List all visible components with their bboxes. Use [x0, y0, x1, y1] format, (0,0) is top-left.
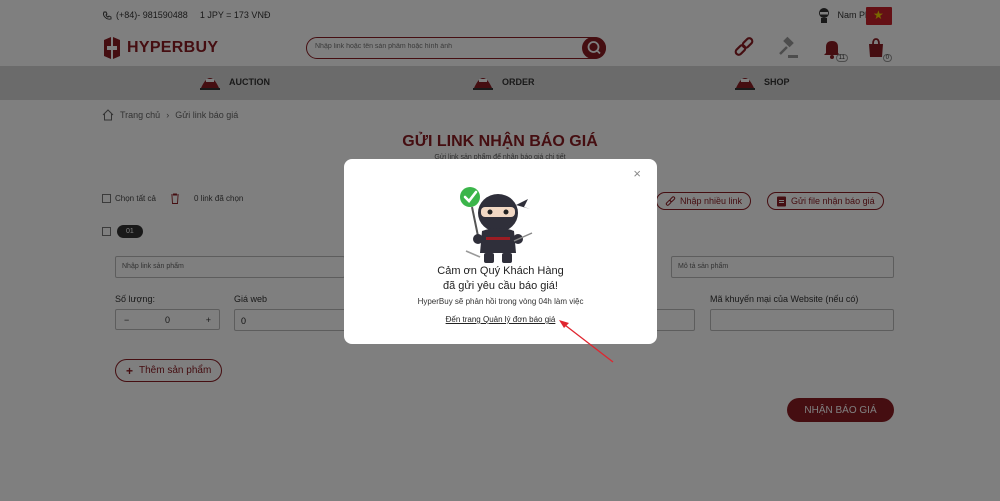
- modal-heading: Cảm ơn Quý Khách Hàng: [437, 265, 564, 277]
- modal-description: HyperBuy sẽ phản hồi trong vòng 04h làm …: [417, 297, 584, 306]
- annotation-arrow-icon: [559, 320, 614, 363]
- close-icon[interactable]: ×: [633, 167, 641, 180]
- modal-subheading: đã gửi yêu cầu báo giá!: [442, 280, 558, 292]
- ninja-mascot-icon: [460, 187, 533, 263]
